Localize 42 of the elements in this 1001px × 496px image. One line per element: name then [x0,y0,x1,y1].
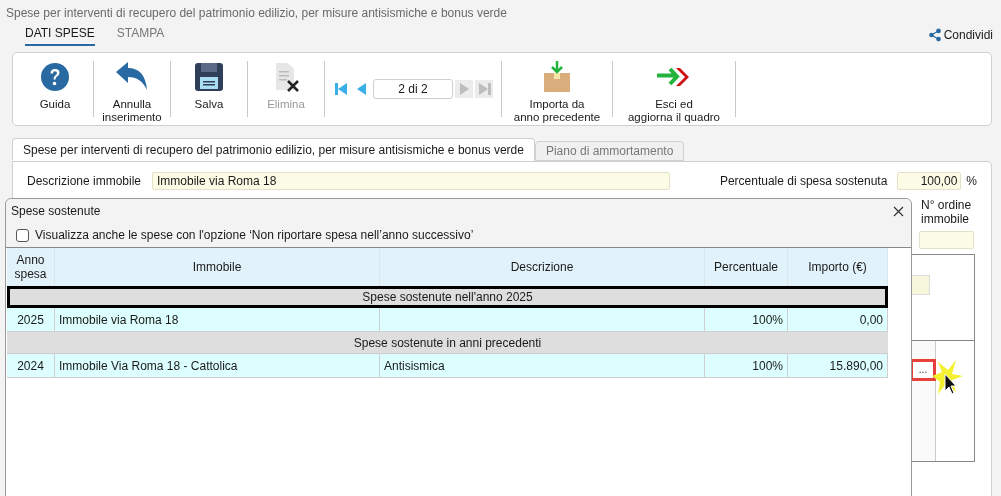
curved-arrow-icon [115,62,149,92]
table-cell: 100% [705,354,788,377]
table-cell: Immobile Via Roma 18 - Cattolica [55,354,380,377]
table-cell: 2025 [7,308,55,331]
table-cell: Immobile via Roma 18 [55,308,380,331]
table-cell: 2024 [7,354,55,377]
order-field[interactable] [919,231,974,249]
description-field[interactable]: Immobile via Roma 18 [152,172,670,190]
toolbar-button[interactable]: Salva [171,53,247,125]
table-cell: 15.890,00 [788,354,888,377]
close-icon [892,205,904,217]
window-title: Spese per interventi di recupero del patrimonio edilizio, per misure antisismiche e bonus verde [6,6,507,20]
group-header-row[interactable]: Spese sostenute in anni precedenti [7,332,888,354]
ribbon-tab[interactable]: DATI SPESE [25,24,95,46]
form-tab[interactable]: Piano di ammortamento [534,141,685,161]
toolbar-button[interactable]: Annulla inserimento [94,53,170,125]
form-tab[interactable]: Spese per interventi di recupero del patrimonio edilizio, per misure antisismiche e bonus verde [12,138,535,161]
share-button[interactable]: Condividi [927,26,993,46]
page-field[interactable]: 2 di 2 [373,79,453,99]
table-cell: Antisismica [380,354,705,377]
field-label: Percentuale di spesa sostenuta [719,173,888,190]
percent-field[interactable]: 100,00 [897,172,962,190]
skip-triangle-icon [334,81,350,97]
more-button[interactable]: ... [910,359,936,381]
share-icon [927,28,942,42]
table-cell: 0,00 [788,308,888,331]
help-icon [40,62,70,92]
box-download-icon [542,61,572,93]
toolbar-button[interactable]: Guida [17,53,93,125]
toolbar-button[interactable]: Esci ed aggiorna il quadro [613,53,735,125]
field-label: Descrizione immobile [27,173,143,190]
skip-triangle-icon [476,81,492,97]
toolbar-button[interactable]: Importa da anno precedente [502,53,612,125]
unit-label: % [966,173,977,190]
ribbon-tab[interactable]: STAMPA [116,24,165,46]
dialog-title: Spese sostenute [11,203,101,220]
table-cell: 100% [705,308,788,331]
field-label: N° ordine immobile [920,198,972,226]
double-arrow-icon [656,66,692,88]
checkbox-label: Visualizza anche le spese con l'opzione ‘Non riportare spesa nell’anno successivo’ [35,227,474,244]
group-header-row[interactable]: Spese sostenute nell'anno 2025 [7,286,888,308]
checkbox[interactable] [16,228,29,242]
